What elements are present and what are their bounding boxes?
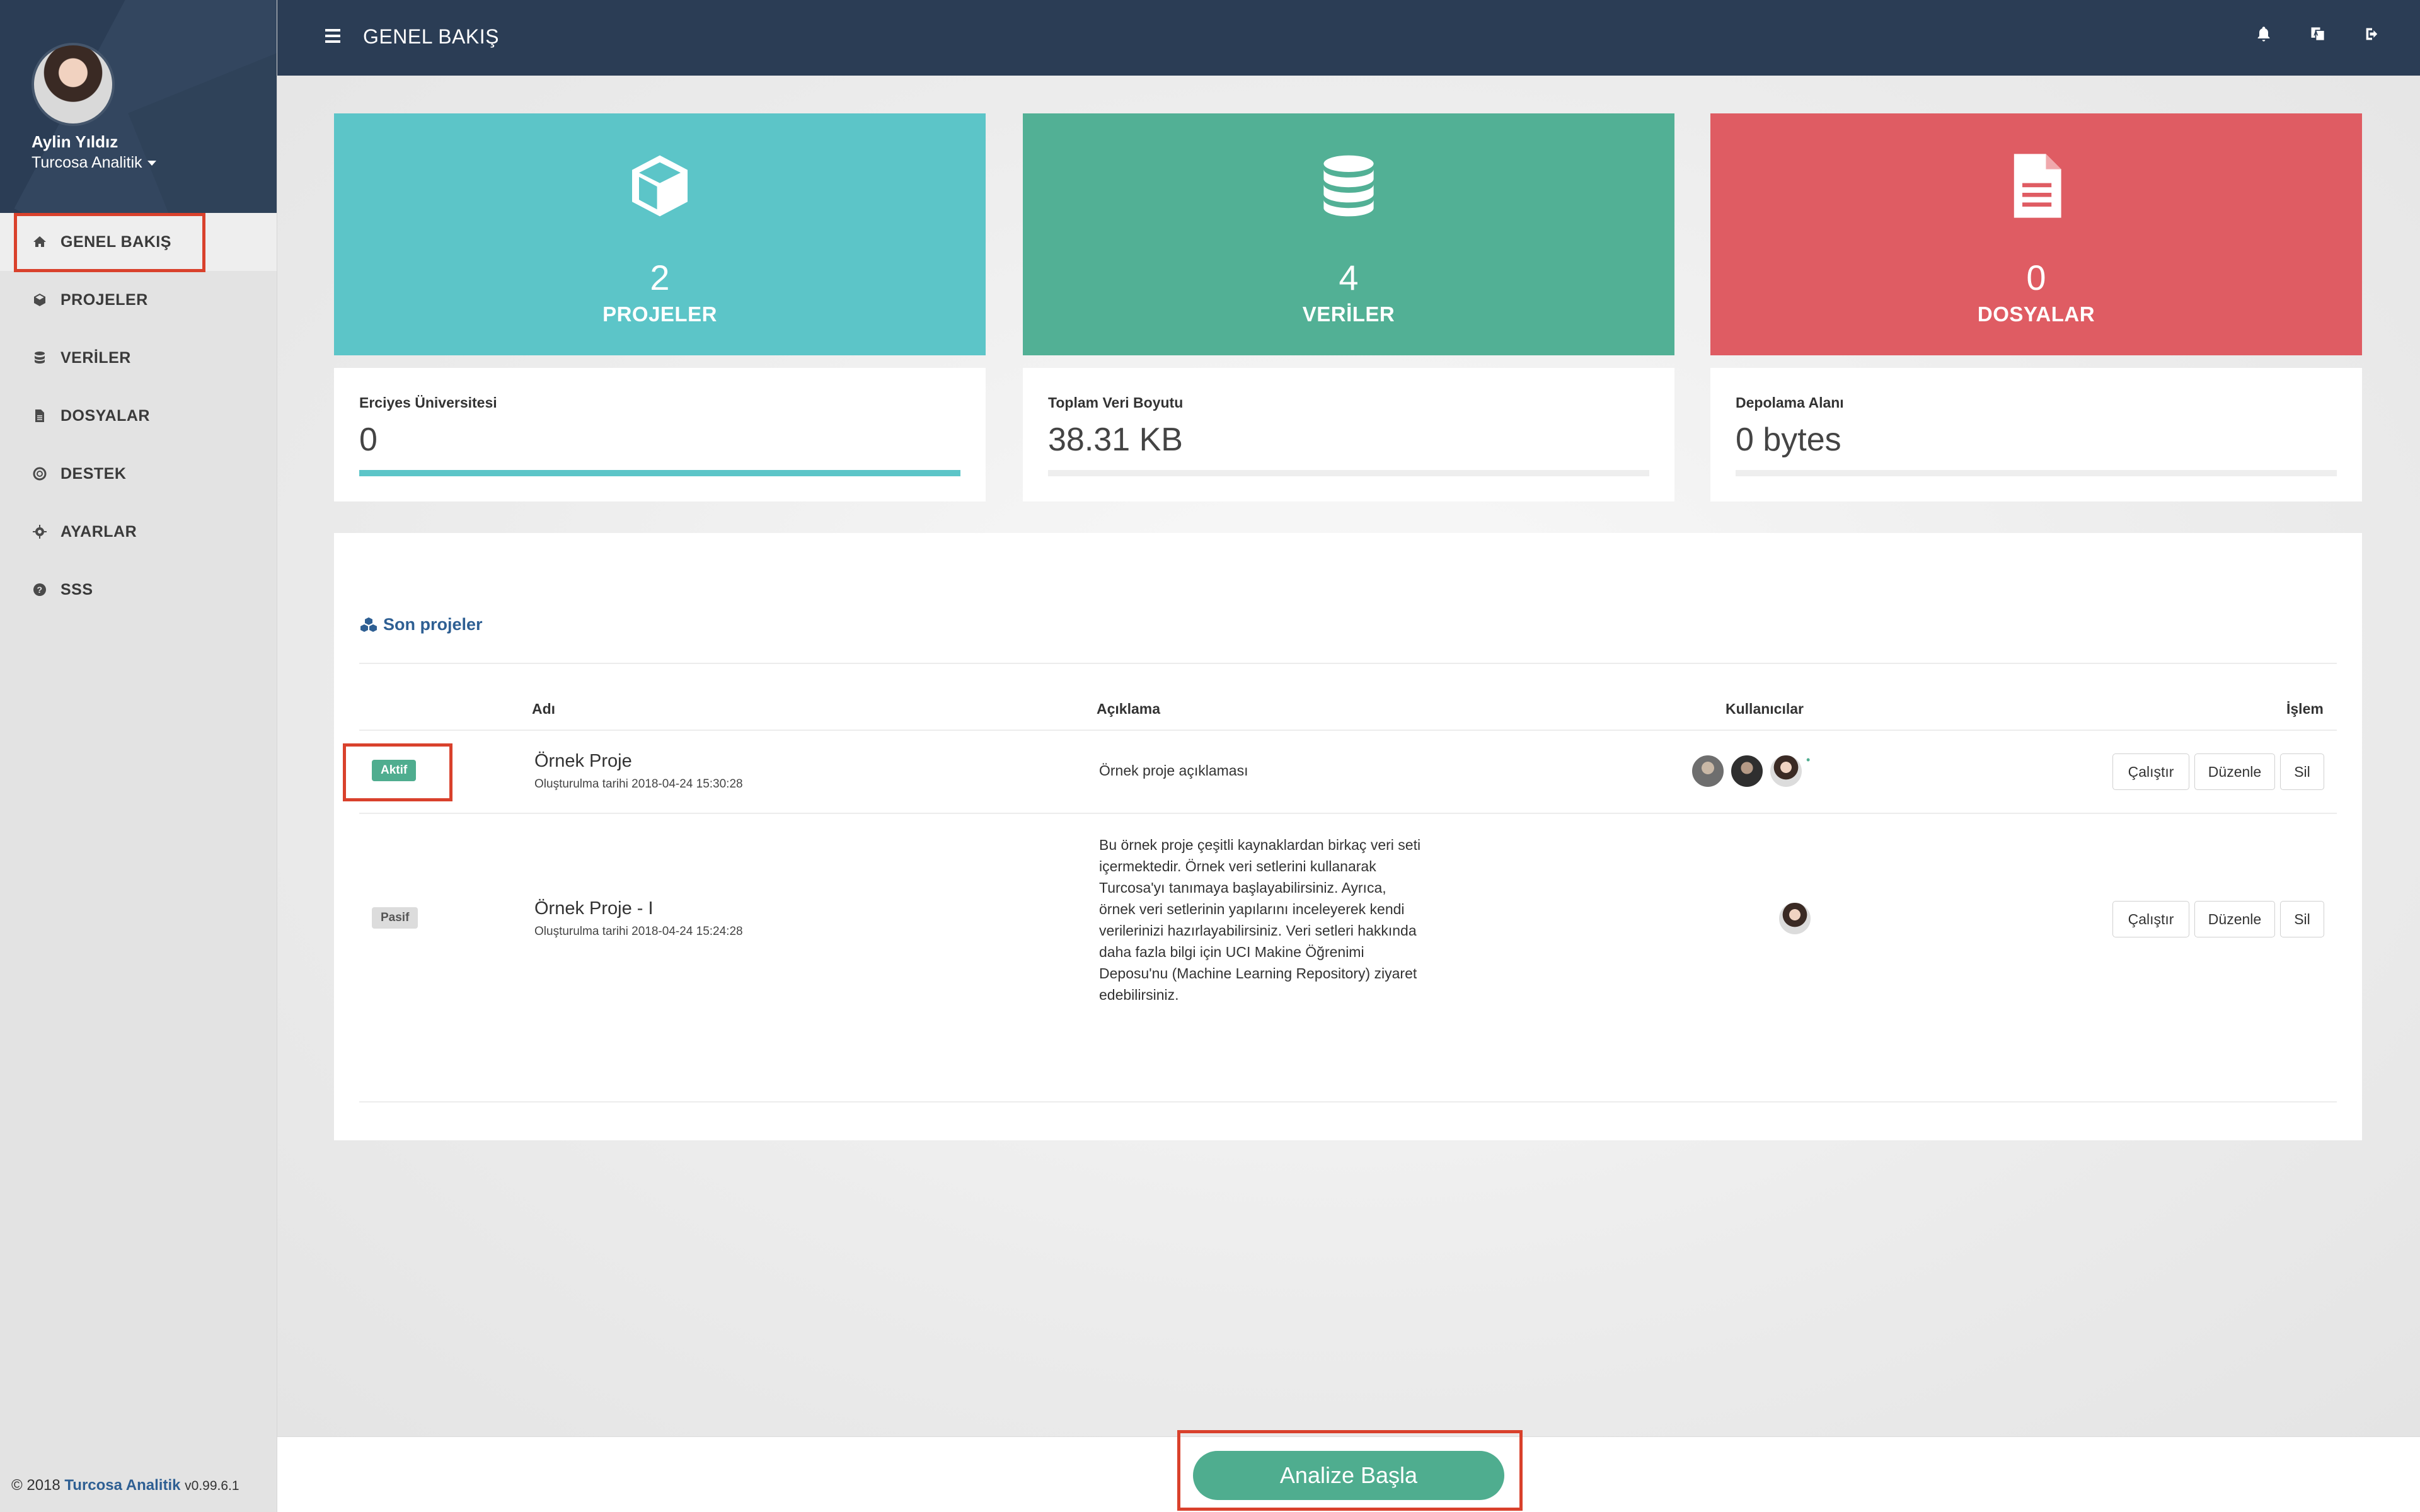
cubes-icon: [360, 617, 377, 632]
info-value: 0 bytes: [1736, 421, 1841, 458]
version: v0.99.6.1: [185, 1479, 239, 1493]
stat-label: VERİLER: [1302, 302, 1395, 326]
avatar[interactable]: [1777, 901, 1812, 936]
stat-value: 4: [1339, 258, 1359, 297]
stat-card-projects[interactable]: 2 PROJELER: [334, 113, 986, 355]
recent-projects-heading[interactable]: Son projeler: [359, 615, 483, 634]
cube-icon: [632, 155, 688, 217]
sidebar-item-label: DOSYALAR: [60, 406, 150, 425]
divider: [359, 1101, 2337, 1102]
copyright: © 2018: [11, 1477, 60, 1494]
column-name: Adı: [532, 701, 556, 717]
stat-value: 2: [650, 258, 670, 297]
project-name[interactable]: Örnek Proje - I: [534, 898, 654, 919]
project-name[interactable]: Örnek Proje: [534, 751, 632, 772]
translate-icon[interactable]: A: [2309, 25, 2327, 43]
sidebar-item-label: SSS: [60, 580, 93, 598]
svg-text:A: A: [2313, 30, 2319, 37]
lifebuoy-icon: [32, 466, 48, 482]
info-title: Depolama Alanı: [1736, 394, 1844, 411]
info-card-storage: Depolama Alanı 0 bytes: [1710, 368, 2362, 501]
column-users: Kullanıcılar: [1726, 701, 1804, 717]
avatar[interactable]: [1768, 753, 1804, 789]
project-description: Örnek proje açıklaması: [1099, 762, 1248, 779]
sidebar-item-projects[interactable]: PROJELER: [0, 271, 277, 329]
highlight-box: [14, 213, 205, 272]
stat-value: 0: [2026, 258, 2046, 297]
stat-label: DOSYALAR: [1977, 302, 2095, 326]
stat-card-data[interactable]: 4 VERİLER: [1023, 113, 1674, 355]
sidebar-item-faq[interactable]: ? SSS: [0, 561, 277, 619]
more-users-indicator: •: [1806, 753, 1811, 766]
project-date: Oluşturulma tarihi 2018-04-24 15:24:28: [534, 925, 743, 938]
top-bar: GENEL BAKIŞ A: [277, 0, 2420, 76]
status-badge: Pasif: [372, 907, 418, 929]
svg-text:?: ?: [37, 585, 42, 595]
org-dropdown[interactable]: Turcosa Analitik: [32, 154, 156, 172]
bell-icon[interactable]: [2255, 25, 2273, 43]
footer: © 2018 Turcosa Analitik v0.99.6.1: [11, 1477, 239, 1494]
cube-icon: [32, 292, 48, 308]
project-date: Oluşturulma tarihi 2018-04-24 15:30:28: [534, 777, 743, 791]
main-content: 2 PROJELER 4 VERİLER 0 DOSYALAR Erciyes …: [277, 76, 2420, 1436]
project-description: Bu örnek proje çeşitli kaynaklardan birk…: [1099, 837, 1421, 1003]
sidebar-item-settings[interactable]: AYARLAR: [0, 503, 277, 561]
progress-bar: [359, 470, 960, 476]
sidebar-item-label: DESTEK: [60, 464, 127, 483]
sidebar-item-label: AYARLAR: [60, 522, 137, 541]
sidebar-item-files[interactable]: DOSYALAR: [0, 387, 277, 445]
divider: [359, 730, 2337, 731]
avatar[interactable]: [1729, 753, 1765, 789]
recent-projects-title: Son projeler: [383, 615, 483, 634]
run-button[interactable]: Çalıştır: [2112, 901, 2189, 937]
highlight-box: [1177, 1430, 1523, 1511]
progress-bar: [1736, 470, 2337, 476]
user-name: Aylin Yıldız: [32, 132, 118, 151]
sidebar-item-label: PROJELER: [60, 290, 148, 309]
sidebar-item-data[interactable]: VERİLER: [0, 329, 277, 387]
divider: [359, 813, 2337, 814]
top-actions: A: [2255, 25, 2381, 43]
menu-icon[interactable]: [325, 29, 340, 43]
info-card-data-size: Toplam Veri Boyutu 38.31 KB: [1023, 368, 1674, 501]
column-description: Açıklama: [1097, 701, 1161, 717]
recent-projects-panel: Son projeler Adı Açıklama Kullanıcılar İ…: [334, 533, 2362, 1140]
delete-button[interactable]: Sil: [2280, 901, 2324, 937]
edit-button[interactable]: Düzenle: [2194, 753, 2275, 790]
info-value: 0: [359, 421, 377, 458]
info-title: Erciyes Üniversitesi: [359, 394, 497, 411]
delete-button[interactable]: Sil: [2280, 753, 2324, 790]
logout-icon[interactable]: [2363, 25, 2381, 43]
database-icon: [1323, 155, 1374, 217]
page-title: GENEL BAKIŞ: [363, 25, 499, 48]
info-title: Toplam Veri Boyutu: [1048, 394, 1184, 411]
sidebar-nav: GENEL BAKIŞ PROJELER VERİLER DOSYALAR DE…: [0, 213, 277, 619]
database-icon: [32, 350, 48, 366]
highlight-box: [343, 743, 452, 801]
profile-card: Aylin Yıldız Turcosa Analitik: [0, 0, 277, 213]
stat-label: PROJELER: [602, 302, 717, 326]
divider: [359, 663, 2337, 664]
file-icon: [32, 408, 48, 424]
run-button[interactable]: Çalıştır: [2112, 753, 2189, 790]
brand-link[interactable]: Turcosa Analitik: [64, 1477, 180, 1494]
info-value: 38.31 KB: [1048, 421, 1183, 458]
progress-bar: [1048, 470, 1649, 476]
gear-icon: [32, 524, 48, 540]
file-text-icon: [2014, 154, 2061, 218]
avatar[interactable]: [32, 43, 115, 126]
avatar[interactable]: [1690, 753, 1726, 789]
question-icon: ?: [32, 581, 48, 598]
stat-card-files[interactable]: 0 DOSYALAR: [1710, 113, 2362, 355]
org-name: Turcosa Analitik: [32, 154, 142, 171]
sidebar-item-support[interactable]: DESTEK: [0, 445, 277, 503]
column-actions: İşlem: [2286, 701, 2324, 717]
caret-down-icon: [147, 161, 156, 166]
info-card-university: Erciyes Üniversitesi 0: [334, 368, 986, 501]
sidebar-item-label: VERİLER: [60, 348, 131, 367]
edit-button[interactable]: Düzenle: [2194, 901, 2275, 937]
